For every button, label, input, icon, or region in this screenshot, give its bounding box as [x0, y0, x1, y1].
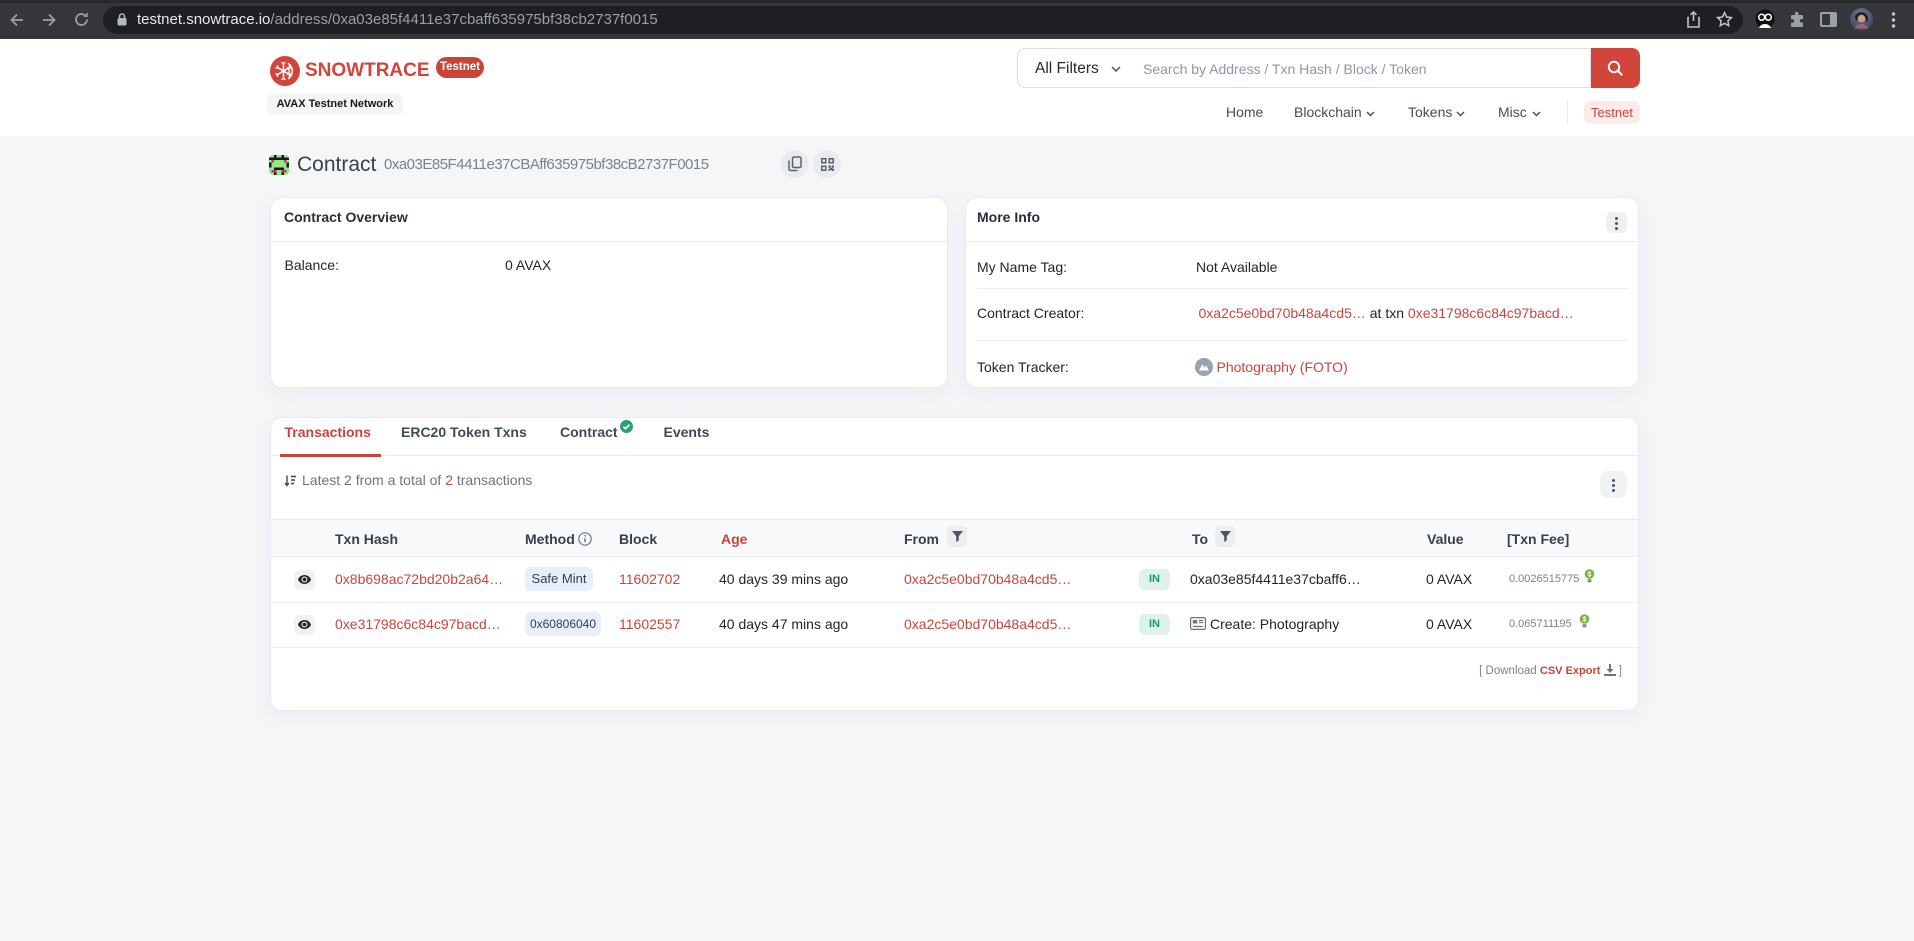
svg-text:$: $	[1588, 572, 1592, 579]
svg-text:$: $	[1583, 617, 1587, 624]
